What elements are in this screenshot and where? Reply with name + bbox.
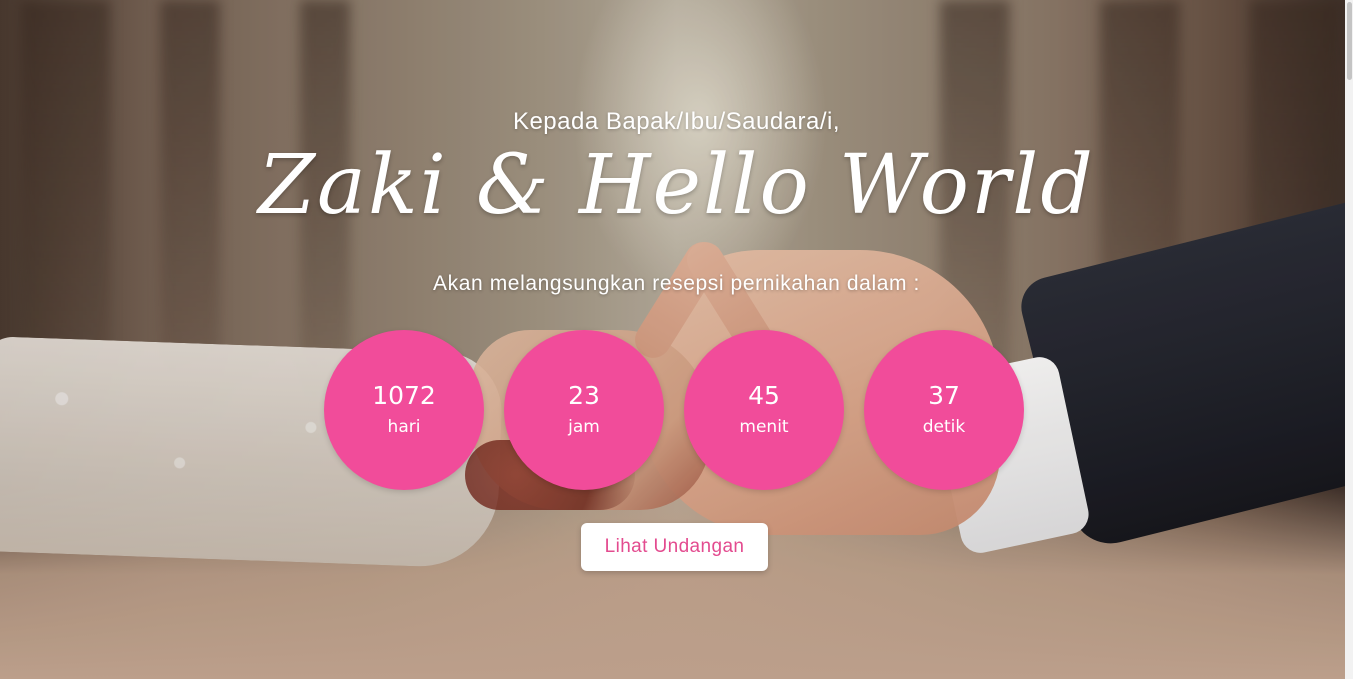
countdown-minutes: 45 menit (684, 330, 844, 490)
view-invitation-button[interactable]: Lihat Undangan (581, 523, 768, 571)
page-scrollbar[interactable] (1345, 0, 1353, 679)
hero-content: Kepada Bapak/Ibu/Saudara/i, Zaki & Hello… (0, 0, 1353, 679)
countdown-hours: 23 jam (504, 330, 664, 490)
scrollbar-thumb[interactable] (1347, 2, 1352, 80)
greeting-text: Kepada Bapak/Ibu/Saudara/i, (512, 108, 841, 135)
countdown-seconds-value: 37 (928, 381, 960, 410)
countdown-seconds-unit: detik (922, 417, 966, 437)
countdown-days-value: 1072 (372, 381, 436, 410)
event-subtitle: Akan melangsungkan resepsi pernikahan da… (433, 272, 920, 295)
countdown-days: 1072 hari (324, 330, 484, 490)
countdown-minutes-unit: menit (739, 417, 789, 437)
hero-section: Kepada Bapak/Ibu/Saudara/i, Zaki & Hello… (0, 0, 1353, 679)
couple-names: Zaki & Hello World (258, 138, 1095, 233)
countdown-days-unit: hari (387, 417, 421, 437)
countdown-seconds: 37 detik (864, 330, 1024, 490)
countdown-timer: 1072 hari 23 jam 45 menit 37 detik (324, 330, 1024, 490)
countdown-hours-value: 23 (568, 381, 600, 410)
countdown-hours-unit: jam (568, 417, 600, 437)
countdown-minutes-value: 45 (748, 381, 780, 410)
